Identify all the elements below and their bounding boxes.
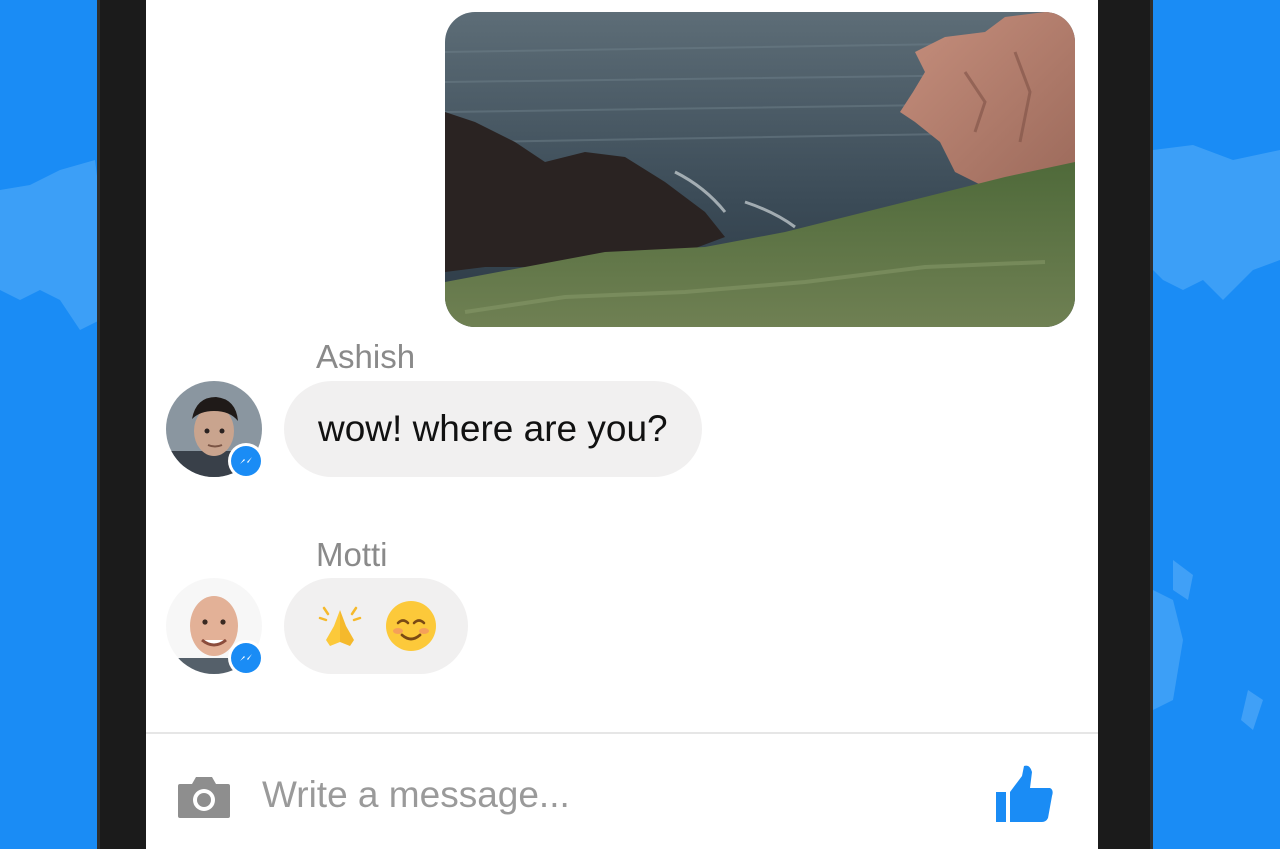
world-map-background-left	[0, 0, 100, 849]
photo-message[interactable]	[445, 12, 1075, 327]
sender-name-motti: Motti	[316, 536, 388, 573]
thumbs-up-icon[interactable]	[992, 762, 1056, 826]
composer-bar	[146, 732, 1098, 849]
messenger-icon	[240, 457, 252, 464]
world-map-background-right	[1153, 0, 1280, 849]
sea-cliff-photo	[445, 12, 1075, 327]
folded-hands-emoji	[318, 606, 362, 646]
sender-name-ashish: Ashish	[316, 338, 416, 375]
message-text: wow! where are you?	[318, 408, 668, 449]
messenger-badge	[228, 640, 264, 676]
messenger-icon	[240, 654, 252, 661]
message-bubble[interactable]: wow! where are you?	[284, 381, 702, 477]
avatar[interactable]	[166, 381, 264, 479]
smiling-face-emoji	[386, 601, 436, 651]
avatar[interactable]	[166, 578, 264, 676]
chat-screen: Ashish wow! where are you? Motti Write a…	[146, 0, 1098, 849]
app-stage: Ashish wow! where are you? Motti Write a…	[0, 0, 1280, 849]
messenger-badge	[228, 443, 264, 479]
message-input[interactable]	[262, 770, 942, 820]
camera-icon[interactable]	[176, 772, 232, 820]
emoji-message-bubble[interactable]	[284, 578, 468, 674]
